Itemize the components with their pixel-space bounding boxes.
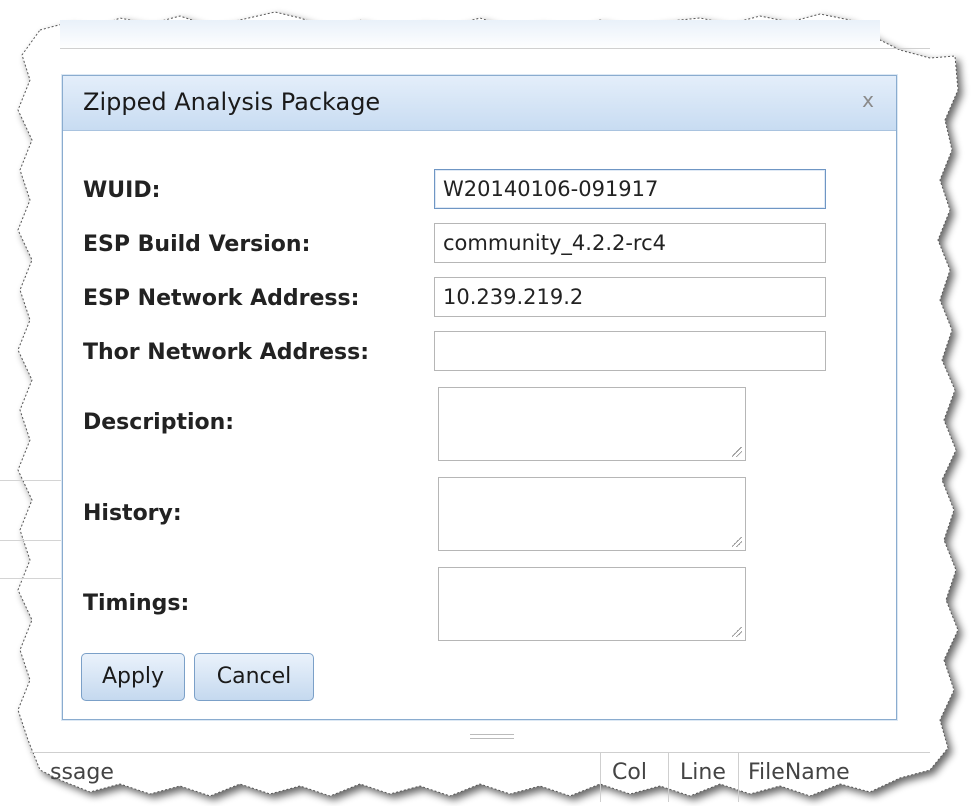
dialog-titlebar[interactable]: Zipped Analysis Package x <box>63 76 896 131</box>
thor-network-address-label: Thor Network Address: <box>83 340 369 365</box>
esp-build-version-input[interactable] <box>434 223 826 263</box>
close-icon[interactable]: x <box>862 88 874 112</box>
background-divider <box>0 480 62 481</box>
grid-header-message[interactable]: ssage <box>50 760 114 785</box>
background-toolbar <box>60 20 880 50</box>
grid-header-col[interactable]: Col <box>612 760 647 785</box>
background-divider <box>60 48 930 49</box>
resize-grip-icon[interactable] <box>732 447 742 457</box>
description-textarea[interactable] <box>438 387 746 461</box>
zipped-analysis-package-dialog: Zipped Analysis Package x WUID: ESP Buil… <box>62 75 897 720</box>
timings-textarea[interactable] <box>438 567 746 641</box>
grid-column-divider <box>738 752 739 802</box>
grid-column-divider <box>600 752 601 802</box>
cancel-button[interactable]: Cancel <box>194 653 314 701</box>
wuid-input[interactable] <box>434 169 826 209</box>
history-label: History: <box>83 501 182 526</box>
background-divider <box>0 540 62 541</box>
background-divider <box>0 578 62 579</box>
description-label: Description: <box>83 410 235 435</box>
thor-network-address-input[interactable] <box>434 331 826 371</box>
grid-column-divider <box>668 752 669 802</box>
grid-header-filename[interactable]: FileName <box>748 760 850 785</box>
grid-header-line[interactable]: Line <box>680 760 726 785</box>
screenshot-stage: ssage Col Line FileName Zipped Analysis … <box>0 0 980 806</box>
esp-build-version-label: ESP Build Version: <box>83 232 311 257</box>
apply-button[interactable]: Apply <box>81 653 185 701</box>
esp-network-address-label: ESP Network Address: <box>83 286 360 311</box>
esp-network-address-input[interactable] <box>434 277 826 317</box>
dialog-title: Zipped Analysis Package <box>83 88 381 116</box>
history-textarea[interactable] <box>438 477 746 551</box>
splitter-handle[interactable] <box>470 734 514 739</box>
resize-grip-icon[interactable] <box>732 627 742 637</box>
timings-label: Timings: <box>83 591 190 616</box>
resize-grip-icon[interactable] <box>732 537 742 547</box>
wuid-label: WUID: <box>83 178 161 203</box>
